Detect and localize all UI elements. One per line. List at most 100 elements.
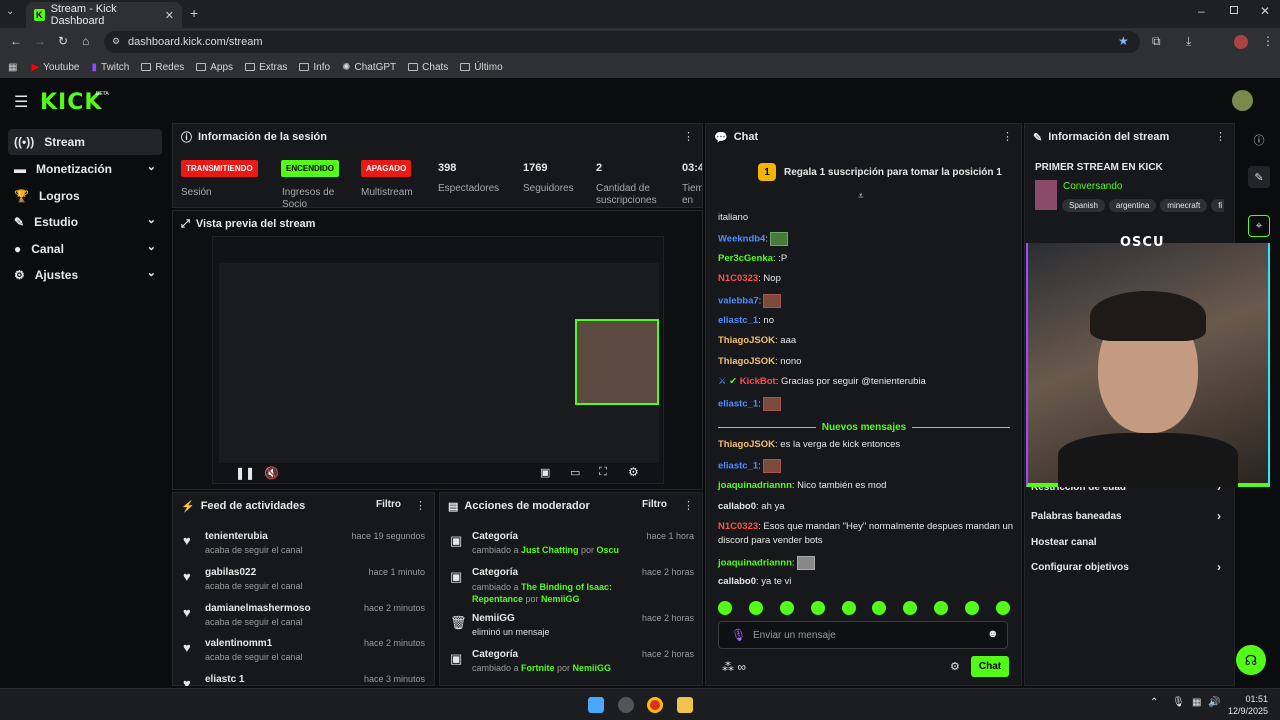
- tag-pill[interactable]: argentina: [1108, 199, 1157, 212]
- pause-icon[interactable]: ❚❚: [235, 466, 255, 480]
- bookmark-apps[interactable]: Apps: [196, 62, 233, 73]
- tag-pill[interactable]: fi: [1211, 199, 1224, 212]
- bookmark-chats[interactable]: Chats: [408, 62, 448, 73]
- settings-icon[interactable]: ⚙: [628, 465, 639, 479]
- bookmark-redes[interactable]: Redes: [141, 62, 184, 73]
- pencil-icon[interactable]: ✎: [1248, 166, 1270, 188]
- back-icon[interactable]: ←: [10, 34, 22, 48]
- filter-button[interactable]: Filtro: [376, 499, 401, 510]
- follower-name[interactable]: gabilas022: [205, 567, 256, 578]
- close-tab-icon[interactable]: ✕: [165, 9, 174, 22]
- sidebar-item-ajustes[interactable]: ⚙ Ajustes ⌄: [8, 262, 162, 288]
- chat-username[interactable]: N1C0323: [718, 521, 758, 532]
- sidebar-item-stream[interactable]: ((•)) Stream: [8, 129, 162, 155]
- clock-date[interactable]: 12/9/2025: [1222, 706, 1268, 716]
- bookmark-chatgpt[interactable]: ✺ ChatGPT: [342, 62, 396, 73]
- tray-chevron-icon[interactable]: ⌃: [1150, 697, 1158, 708]
- chat-username[interactable]: KickBot: [740, 376, 776, 387]
- chat-username[interactable]: callabo0: [718, 576, 756, 587]
- emote-button[interactable]: [872, 601, 887, 615]
- emote-button[interactable]: [748, 601, 763, 615]
- sidebar-item-canal[interactable]: ● Canal ⌄: [8, 236, 162, 262]
- emote-button[interactable]: [810, 601, 825, 615]
- minimize-button[interactable]: –: [1198, 4, 1205, 18]
- emote-button[interactable]: [903, 601, 918, 615]
- emoji-icon[interactable]: ☻: [987, 628, 999, 640]
- filter-button[interactable]: Filtro: [642, 499, 667, 510]
- host-channel-item[interactable]: Hostear canal: [1031, 537, 1097, 548]
- tag-pill[interactable]: minecraft: [1160, 199, 1208, 212]
- clock-time[interactable]: 01:51: [1240, 694, 1268, 704]
- focus-icon[interactable]: ⌖: [1248, 215, 1270, 237]
- profile-avatar[interactable]: [1234, 35, 1248, 49]
- goals-item[interactable]: Configurar objetivos ›: [1031, 560, 1221, 574]
- theater-icon[interactable]: ▭: [570, 466, 580, 479]
- tab-search-icon[interactable]: ⌄: [6, 6, 14, 17]
- kebab-menu-icon[interactable]: ⋮: [1002, 130, 1013, 143]
- emote-button[interactable]: [779, 601, 794, 615]
- chat-username[interactable]: ThiagoJSOK: [718, 335, 775, 346]
- forward-icon[interactable]: →: [34, 34, 46, 48]
- file-explorer-icon[interactable]: [677, 697, 693, 713]
- emote-button[interactable]: [841, 601, 856, 615]
- chat-input[interactable]: 🎙 Enviar un mensaje ☻: [718, 621, 1008, 649]
- chat-username[interactable]: Per3cGenka: [718, 253, 773, 264]
- user-badges-icon[interactable]: ⁂ ∞: [722, 660, 746, 674]
- kebab-menu-icon[interactable]: ⋮: [683, 130, 694, 143]
- scroll-down-icon[interactable]: ⩡: [858, 191, 864, 202]
- sidebar-item-estudio[interactable]: ✎ Estudio ⌄: [8, 209, 162, 235]
- emote-button[interactable]: [965, 601, 979, 615]
- sidebar-item-monetizacion[interactable]: ▬ Monetización ⌄: [8, 156, 162, 182]
- chat-username[interactable]: valebba7: [718, 296, 759, 307]
- chat-username[interactable]: callabo0: [718, 501, 756, 512]
- bookmark-youtube[interactable]: ▶ Youtube: [31, 62, 79, 73]
- bookmark-star-icon[interactable]: ★: [1118, 34, 1129, 48]
- restore-button[interactable]: [1230, 6, 1238, 14]
- bookmark-twitch[interactable]: ▮ Twitch: [92, 62, 130, 73]
- start-icon[interactable]: [588, 697, 604, 713]
- pip-icon[interactable]: ▣: [540, 466, 550, 479]
- hamburger-icon[interactable]: ☰: [14, 92, 28, 112]
- sidebar-item-logros[interactable]: 🏆 Logros: [8, 183, 162, 209]
- menu-icon[interactable]: ⋮: [1262, 34, 1274, 48]
- wifi-icon[interactable]: ▦: [1192, 697, 1201, 708]
- url-field[interactable]: dashboard.kick.com/stream: [104, 31, 1140, 53]
- site-info-icon[interactable]: ⚙: [112, 36, 120, 47]
- support-chat-button[interactable]: ☊: [1236, 645, 1266, 675]
- bookmark-info[interactable]: Info: [299, 62, 330, 73]
- chat-username[interactable]: N1C0323: [718, 273, 758, 284]
- kebab-menu-icon[interactable]: ⋮: [683, 499, 694, 512]
- emote-button[interactable]: [995, 601, 1010, 615]
- mic-tray-icon[interactable]: 🎙: [1172, 697, 1185, 708]
- stream-preview-video[interactable]: [212, 236, 664, 484]
- kebab-menu-icon[interactable]: ⋮: [415, 499, 426, 512]
- chrome-icon[interactable]: [647, 697, 663, 713]
- follower-name[interactable]: damianelmashermoso: [205, 603, 311, 614]
- category-name[interactable]: Conversando: [1063, 181, 1122, 192]
- chat-settings-icon[interactable]: ⚙: [950, 660, 960, 673]
- send-chat-button[interactable]: Chat: [971, 656, 1009, 677]
- app-icon[interactable]: [618, 697, 634, 713]
- info-icon[interactable]: ⓘ: [1248, 129, 1270, 151]
- follower-name[interactable]: tenienterubia: [205, 531, 268, 542]
- apps-grid-icon[interactable]: ▦: [8, 62, 17, 73]
- new-tab-button[interactable]: +: [190, 5, 198, 21]
- bookmark-ultimo[interactable]: Último: [460, 62, 503, 73]
- tag-pill[interactable]: Spanish: [1062, 199, 1105, 212]
- volume-icon[interactable]: 🔊: [1208, 697, 1220, 708]
- follower-name[interactable]: valentinomm1: [205, 638, 272, 649]
- chat-username[interactable]: Weekndb4: [718, 234, 765, 245]
- user-avatar[interactable]: [1232, 90, 1253, 111]
- follower-name[interactable]: eliastc 1: [205, 674, 244, 685]
- chat-username[interactable]: eliastc_1: [718, 461, 758, 472]
- chat-username[interactable]: eliastc_1: [718, 399, 758, 410]
- kebab-menu-icon[interactable]: ⋮: [1215, 130, 1226, 143]
- chat-username[interactable]: joaquinadriannn: [718, 558, 792, 569]
- chat-username[interactable]: ThiagoJSOK: [718, 356, 775, 367]
- emote-button[interactable]: [934, 601, 949, 615]
- mute-icon[interactable]: 🔇: [264, 466, 279, 480]
- emote-button[interactable]: [718, 601, 732, 615]
- chat-username[interactable]: joaquinadriannn: [718, 480, 792, 491]
- kick-logo[interactable]: KICK: [40, 90, 102, 115]
- close-window-button[interactable]: ✕: [1260, 4, 1270, 18]
